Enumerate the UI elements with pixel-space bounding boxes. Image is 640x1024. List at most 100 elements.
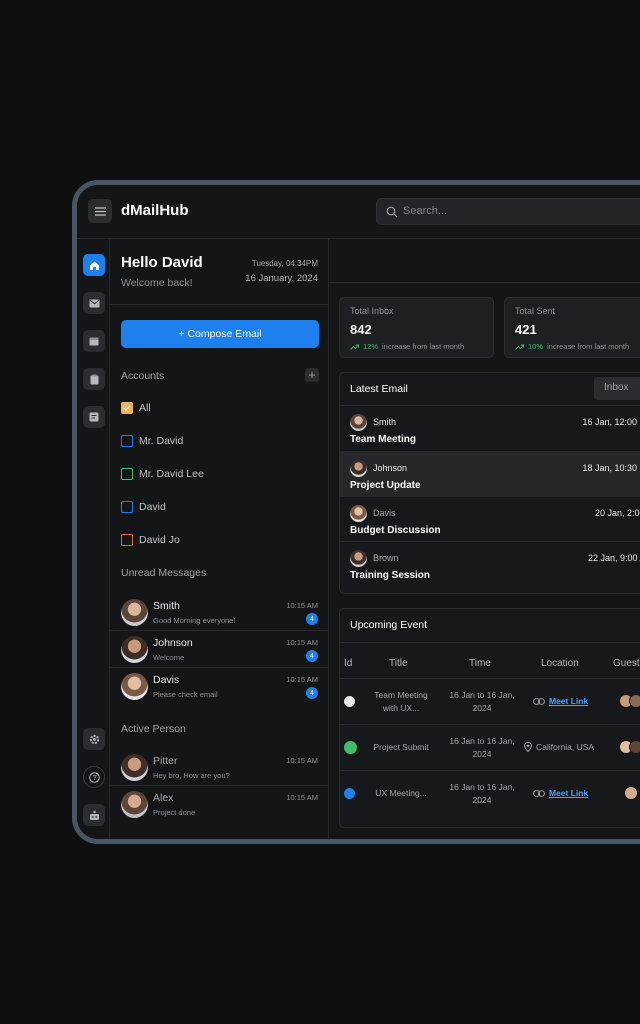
event-title: Project Submit: [373, 742, 429, 752]
inbox-filter-select[interactable]: Inbox: [594, 377, 640, 400]
email-sender: Davis: [373, 508, 396, 518]
checkbox-checked[interactable]: [121, 402, 133, 414]
search-icon: [386, 206, 398, 218]
unread-count-badge: 4: [306, 687, 318, 699]
hamburger-icon: [94, 206, 106, 216]
checkbox[interactable]: [121, 468, 133, 480]
nav-home[interactable]: [83, 254, 105, 276]
email-row[interactable]: Smith 16 Jan, 12:00 PM Team Meeting: [340, 405, 640, 450]
email-sender: Johnson: [373, 463, 408, 473]
active-person[interactable]: Alex Project done 10:15 AM: [110, 786, 328, 823]
unread-count-badge: 4: [306, 650, 318, 662]
message-preview: Project done: [153, 808, 196, 817]
column-header-guest: Guest: [613, 658, 640, 669]
account-label: David: [139, 501, 166, 513]
location-pin-icon: [524, 742, 532, 752]
checkbox[interactable]: [121, 501, 133, 513]
account-all[interactable]: All: [121, 402, 151, 414]
event-row[interactable]: Project Submit 16 Jan to 16 Jan, 2024 Ca…: [340, 725, 640, 771]
check-icon: [123, 405, 131, 411]
email-date: 16 Jan, 12:00 PM: [582, 417, 640, 427]
unread-message[interactable]: Smith Good Morning everyone! 10:15 AM 4: [110, 594, 328, 631]
email-row[interactable]: Brown 22 Jan, 9:00 AM Training Session: [340, 541, 640, 586]
nav-mail[interactable]: [83, 292, 105, 314]
stat-label: Total Inbox: [350, 306, 394, 316]
add-account-button[interactable]: +: [305, 368, 319, 382]
link-icon: [533, 697, 545, 705]
stat-value: 421: [515, 322, 537, 337]
account-david-jo[interactable]: David Jo: [121, 534, 180, 546]
sender-name: Johnson: [153, 637, 193, 649]
event-title: UX Meeting...: [375, 788, 427, 798]
bot-button[interactable]: [83, 804, 105, 826]
event-location: Meet Link: [533, 696, 588, 706]
avatar: [350, 550, 367, 567]
unread-title: Unread Messages: [121, 567, 207, 579]
email-date: 20 Jan, 2:00 P: [594, 508, 640, 518]
avatar: [121, 599, 148, 626]
message-preview: Please check email: [153, 690, 218, 699]
event-time: 16 Jan to 16 Jan, 2024: [449, 782, 515, 805]
nav-rail: ?: [77, 239, 110, 839]
email-subject: Training Session: [350, 570, 431, 581]
compose-email-button[interactable]: + Compose Email: [121, 320, 319, 348]
mail-icon: [89, 299, 99, 307]
checkbox[interactable]: [121, 435, 133, 447]
unread-message[interactable]: Johnson Welcome 10:15 AM 4: [110, 631, 328, 668]
device-frame: dMailHub Search... ? Hello David Welcome…: [72, 180, 640, 844]
active-person-title: Active Person: [121, 723, 186, 735]
meet-link[interactable]: Meet Link: [549, 788, 588, 798]
notes-icon: [89, 412, 99, 422]
account-mr-david-lee[interactable]: Mr. David Lee: [121, 468, 204, 480]
search-input[interactable]: Search...: [376, 198, 640, 225]
avatar: [121, 791, 148, 818]
guest-avatar: [629, 740, 640, 754]
stat-percent: 10%: [528, 342, 544, 351]
avatar: [121, 673, 148, 700]
guest-avatar: [624, 786, 638, 800]
upcoming-event-title: Upcoming Event: [350, 619, 428, 631]
nav-clipboard[interactable]: [83, 368, 105, 390]
stat-trend: 12% increase from last month: [350, 342, 464, 351]
divider: [329, 282, 640, 283]
event-location-text: California, USA: [536, 742, 595, 752]
greeting-subtitle: Welcome back!: [121, 277, 193, 289]
message-preview: Hey bro, How are you?: [153, 771, 230, 780]
event-time: 16 Jan to 16 Jan, 2024: [449, 690, 515, 713]
nav-calendar[interactable]: [83, 330, 105, 352]
app-title: dMailHub: [121, 202, 189, 219]
latest-email-card: Latest Email Inbox Smith 16 Jan, 12:00 P…: [339, 372, 640, 594]
unread-message[interactable]: Davis Please check email 10:15 AM 4: [110, 668, 328, 705]
current-date: 16 January, 2024: [245, 273, 318, 284]
guest-avatar: [629, 694, 640, 708]
checkbox[interactable]: [121, 534, 133, 546]
account-mr-david[interactable]: Mr. David: [121, 435, 183, 447]
stat-trend: 10% increase from last month: [515, 342, 629, 351]
message-time: 10:15 AM: [286, 601, 318, 610]
robot-icon: [89, 810, 99, 820]
stat-note: increase from last month: [382, 342, 465, 351]
help-button[interactable]: ?: [83, 766, 105, 788]
email-date: 22 Jan, 9:00 AM: [587, 553, 640, 563]
stat-card-inbox: Total Inbox 842 12% increase from last m…: [339, 297, 494, 358]
event-row[interactable]: Team Meeting with UX... 16 Jan to 16 Jan…: [340, 679, 640, 725]
settings-button[interactable]: [83, 728, 105, 750]
message-preview: Welcome: [153, 653, 185, 662]
message-time: 10:15 AM: [286, 675, 318, 684]
unread-count-badge: 4: [306, 613, 318, 625]
event-row[interactable]: UX Meeting... 16 Jan to 16 Jan, 2024 Mee…: [340, 771, 640, 817]
menu-button[interactable]: [88, 199, 112, 223]
active-person[interactable]: Pitter Hey bro, How are you? 10:15 AM: [110, 749, 328, 786]
email-subject: Budget Discussion: [350, 525, 441, 536]
nav-notes[interactable]: [83, 406, 105, 428]
avatar: [121, 636, 148, 663]
email-row[interactable]: Davis 20 Jan, 2:00 P Budget Discussion: [340, 496, 640, 541]
email-row-selected[interactable]: Johnson 18 Jan, 10:30 PM Project Update: [340, 451, 640, 496]
link-icon: [533, 789, 545, 797]
clipboard-icon: [90, 374, 98, 384]
meet-link[interactable]: Meet Link: [549, 696, 588, 706]
account-david[interactable]: David: [121, 501, 166, 513]
avatar: [350, 414, 367, 431]
plus-icon: +: [308, 368, 316, 382]
message-time: 10:15 AM: [286, 756, 318, 765]
